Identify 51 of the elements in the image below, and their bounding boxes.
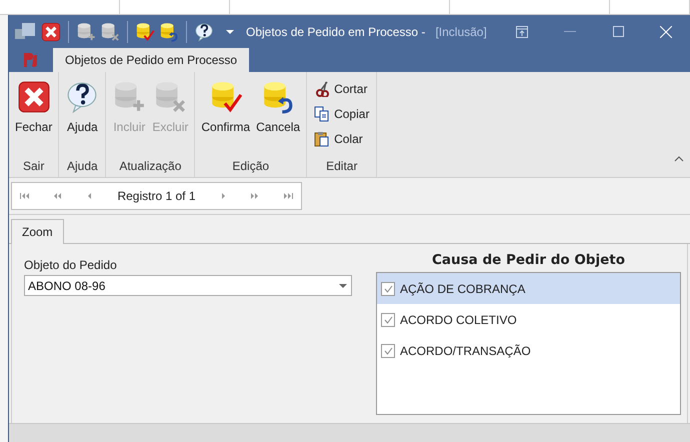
combo-field[interactable]: ABONO 08-96 <box>24 275 352 296</box>
group-label: Ajuda <box>66 158 99 175</box>
close-icon[interactable] <box>660 26 672 38</box>
check-icon <box>384 316 392 324</box>
close-icon <box>41 22 61 42</box>
group-label: Editar <box>325 158 358 175</box>
minimize-icon[interactable] <box>564 30 576 32</box>
checkbox[interactable] <box>381 282 395 296</box>
ribbon-button[interactable]: Cancela <box>253 78 304 136</box>
ribbon-button[interactable]: Copiar <box>312 103 372 125</box>
ribbon-tab[interactable]: Objetos de Pedido em Processo <box>53 48 250 72</box>
checkbox[interactable] <box>381 312 395 326</box>
checkbox[interactable] <box>381 344 395 358</box>
database-remove-icon <box>153 80 188 114</box>
database-remove-icon <box>100 22 120 42</box>
list-item[interactable]: AÇÃO DE COBRANÇA <box>377 273 680 304</box>
database-add-icon <box>76 22 96 42</box>
close-icon <box>16 80 51 114</box>
mode-label: [Inclusão] <box>435 24 487 38</box>
database-add-icon <box>112 80 146 114</box>
group-label: Sair <box>22 158 46 175</box>
database-undo-icon <box>261 80 296 114</box>
paste-icon <box>314 131 330 147</box>
list-title: Causa de Pedir do Objeto <box>431 252 626 270</box>
ribbon-button[interactable]: Colar <box>312 128 372 150</box>
record-counter: Registro 1 of 1 <box>117 189 196 203</box>
next-page-icon[interactable] <box>250 192 260 200</box>
check-icon <box>384 284 392 292</box>
ribbon-button[interactable]: Confirma <box>198 78 254 136</box>
help-icon <box>194 22 214 42</box>
field-label: Objeto do Pedido <box>24 258 118 272</box>
collapse-icon[interactable] <box>674 156 684 162</box>
copy-icon <box>314 106 330 122</box>
scissors-icon <box>314 81 330 97</box>
group-label: Edição <box>231 158 270 175</box>
maximize-icon[interactable] <box>612 26 624 37</box>
window-title: Objetos de Pedido em Processo - <box>246 24 426 38</box>
database-check-icon <box>135 22 155 42</box>
help-icon <box>65 80 100 114</box>
ribbon-button[interactable]: Fechar <box>12 78 56 136</box>
group-label: Atualização <box>118 158 182 175</box>
restore-icon[interactable] <box>516 26 528 38</box>
check-icon <box>384 346 392 354</box>
form-tab[interactable]: Zoom <box>11 219 64 244</box>
last-record-icon[interactable] <box>282 192 293 200</box>
dropdown-icon[interactable] <box>226 28 234 34</box>
first-record-icon[interactable] <box>20 192 30 200</box>
ribbon-button[interactable]: Cortar <box>312 78 372 100</box>
database-undo-icon <box>159 22 179 42</box>
previous-page-icon[interactable] <box>52 192 62 200</box>
ribbon-button[interactable]: Ajuda <box>62 78 102 136</box>
